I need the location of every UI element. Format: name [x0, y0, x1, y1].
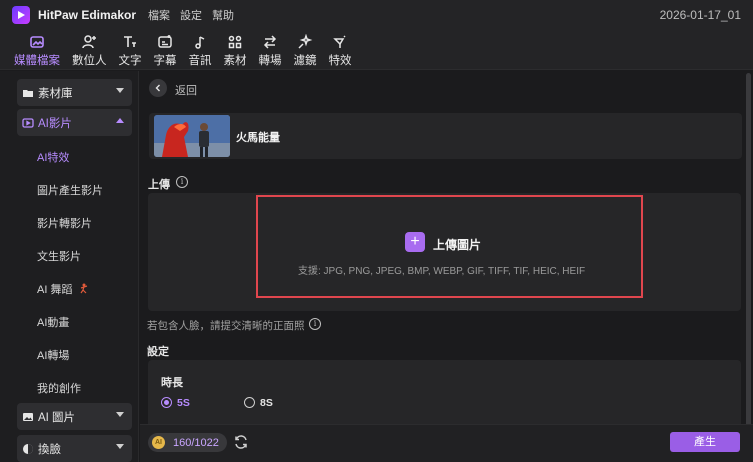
tool-media[interactable]: 媒體檔案	[14, 30, 60, 70]
sidebar-item-my-creations[interactable]: 我的創作	[37, 380, 81, 396]
tool-filter[interactable]: 濾鏡	[294, 30, 317, 70]
tool-filter-label: 濾鏡	[293, 55, 317, 67]
sidebar-face-swap-label: 換臉	[38, 443, 61, 456]
coin-icon: AI	[152, 436, 165, 449]
main-scrollbar[interactable]	[746, 73, 751, 461]
tool-effects[interactable]: 特效	[329, 30, 352, 70]
sidebar-item-ai-animation[interactable]: AI動畫	[37, 314, 69, 330]
sidebar-item-ai-effects[interactable]: AI特效	[37, 149, 69, 165]
title-bar: HitPaw Edimakor 檔案 設定 幫助 2026-01-17_01	[0, 0, 753, 30]
settings-section-label: 設定	[147, 346, 169, 358]
chevron-left-icon	[155, 84, 160, 92]
duration-radio-5s[interactable]	[161, 397, 172, 408]
chevron-up-icon	[116, 118, 124, 123]
sidebar-ai-video[interactable]: AI影片	[17, 109, 132, 136]
credits-count: 160/1022	[173, 436, 219, 449]
sidebar-item-image-to-video[interactable]: 圖片產生影片	[37, 182, 103, 198]
sidebar-item-ai-dance-label: AI 舞蹈	[37, 284, 73, 296]
tool-text-label: 文字	[118, 55, 142, 67]
info-icon[interactable]: i	[176, 176, 188, 188]
menu-file[interactable]: 檔案	[148, 7, 170, 23]
transition-icon	[261, 33, 279, 51]
face-swap-icon	[22, 443, 34, 455]
tool-subtitle[interactable]: 字幕	[154, 30, 177, 70]
sidebar-item-ai-dance[interactable]: AI 舞蹈	[37, 281, 89, 297]
dancer-icon	[79, 283, 89, 297]
upload-formats-hint: 支援: JPG, PNG, JPEG, BMP, WEBP, GIF, TIFF…	[298, 266, 586, 277]
tool-effects-label: 特效	[328, 55, 352, 67]
upload-image-button[interactable]: 上傳圖片	[433, 236, 481, 253]
menu-settings[interactable]: 設定	[180, 7, 202, 23]
face-hint: 若包含人臉，請提交清晰的正面照	[147, 320, 305, 332]
music-icon	[191, 33, 209, 51]
sidebar-ai-video-label: AI影片	[38, 117, 72, 130]
effect-thumbnail	[154, 115, 230, 157]
media-icon	[28, 33, 46, 51]
tool-avatar[interactable]: 數位人	[72, 30, 107, 70]
main-toolbar: 媒體檔案 數位人 文字 字幕 音訊 素材 轉場 濾鏡 特效	[0, 30, 753, 70]
effect-title: 火馬能量	[236, 132, 280, 144]
generate-button[interactable]: 產生	[670, 432, 740, 452]
sidebar-item-video-to-video[interactable]: 影片轉影片	[37, 215, 92, 231]
tool-avatar-label: 數位人	[72, 55, 107, 67]
project-name: 2026-01-17_01	[659, 8, 741, 22]
chevron-down-icon	[116, 88, 124, 93]
app-logo-icon	[12, 6, 30, 24]
left-sidebar: 素材庫 AI影片 AI特效 圖片產生影片 影片轉影片 文生影片 AI 舞蹈 AI…	[0, 71, 139, 462]
assets-icon	[226, 33, 244, 51]
tool-text[interactable]: 文字	[119, 30, 142, 70]
back-button[interactable]	[149, 79, 167, 97]
plus-icon[interactable]: +	[405, 232, 425, 252]
menu-help[interactable]: 幫助	[212, 7, 234, 23]
tool-subtitle-label: 字幕	[153, 55, 177, 67]
duration-label: 時長	[161, 377, 183, 389]
tool-media-label: 媒體檔案	[14, 55, 60, 67]
sidebar-ai-image-label: AI 圖片	[38, 411, 76, 424]
tool-audio-label: 音訊	[188, 55, 212, 67]
sidebar-ai-image[interactable]: AI 圖片	[17, 403, 132, 430]
sidebar-face-swap[interactable]: 換臉	[17, 435, 132, 462]
main-panel: 返回 火馬能量 上傳 i + 上傳圖片 支援: JPG, PNG, JPEG, …	[140, 71, 753, 462]
back-label[interactable]: 返回	[175, 82, 197, 98]
info-icon[interactable]: i	[309, 318, 321, 330]
duration-radio-8s[interactable]	[244, 397, 255, 408]
settings-panel: 時長 5S 8S	[148, 360, 741, 433]
chevron-down-icon	[116, 444, 124, 449]
effect-card: 火馬能量	[149, 113, 742, 159]
avatar-plus-icon	[80, 33, 98, 51]
bottom-bar: AI 160/1022 產生	[140, 424, 753, 462]
effects-icon	[331, 33, 349, 51]
folder-icon	[22, 87, 34, 99]
filter-icon	[296, 33, 314, 51]
tool-audio[interactable]: 音訊	[189, 30, 212, 70]
sidebar-item-ai-transition[interactable]: AI轉場	[37, 347, 69, 363]
duration-option-5s-label[interactable]: 5S	[177, 397, 190, 409]
app-name: HitPaw Edimakor	[38, 8, 137, 22]
text-icon	[121, 33, 139, 51]
sidebar-material-library[interactable]: 素材庫	[17, 79, 132, 106]
sidebar-material-library-label: 素材庫	[38, 87, 73, 100]
credits-pill[interactable]: AI 160/1022	[148, 433, 227, 452]
sidebar-item-text-to-video[interactable]: 文生影片	[37, 248, 81, 264]
refresh-icon[interactable]	[233, 434, 249, 450]
upload-section-label: 上傳	[148, 179, 170, 191]
tool-assets[interactable]: 素材	[224, 30, 247, 70]
tool-transition-label: 轉場	[258, 55, 282, 67]
chevron-down-icon	[116, 412, 124, 417]
tool-transition[interactable]: 轉場	[259, 30, 282, 70]
ai-video-icon	[22, 117, 34, 129]
tool-assets-label: 素材	[223, 55, 247, 67]
upload-dropzone[interactable]: + 上傳圖片 支援: JPG, PNG, JPEG, BMP, WEBP, GI…	[148, 193, 741, 311]
image-icon	[22, 411, 34, 423]
duration-option-8s-label[interactable]: 8S	[260, 397, 273, 409]
subtitle-icon	[156, 33, 174, 51]
